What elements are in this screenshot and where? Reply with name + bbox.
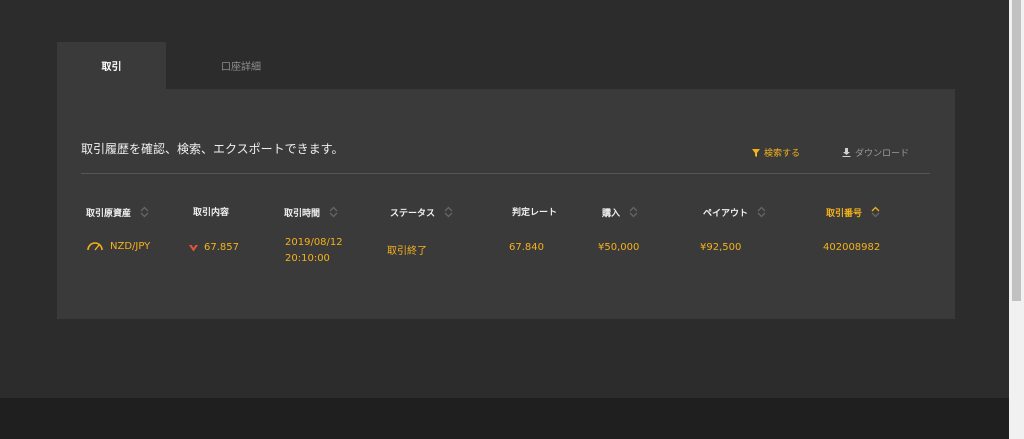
content-value: 67.857	[204, 242, 239, 253]
asset-label: NZD/JPY	[110, 240, 151, 252]
cell-rate: 67.840	[509, 242, 544, 253]
header-content[interactable]: 取引内容	[193, 205, 229, 218]
tab-account-details-label: 口座詳細	[221, 62, 261, 73]
search-button-label: 検索する	[764, 149, 801, 159]
tab-trade-label: 取引	[101, 62, 122, 73]
sort-icon[interactable]	[628, 205, 639, 219]
download-button-label: ダウンロード	[855, 149, 910, 159]
sort-icon[interactable]	[870, 205, 881, 219]
sort-icon[interactable]	[139, 205, 150, 219]
header-status[interactable]: ステータス	[390, 205, 454, 219]
intro-text: 取引履歴を確認、検索、エクスポートできます。	[81, 142, 344, 156]
tab-trade[interactable]: 取引	[57, 42, 166, 89]
sort-icon[interactable]	[328, 205, 339, 219]
header-content-label: 取引内容	[193, 208, 230, 218]
scrollbar[interactable]	[1009, 0, 1024, 439]
search-button[interactable]: 検索する	[752, 146, 800, 159]
download-button[interactable]: ダウンロード	[842, 146, 909, 159]
cell-asset: NZD/JPY	[86, 240, 150, 252]
header-rate-label: 判定レート	[512, 208, 558, 218]
scrollbar-thumb[interactable]	[1012, 0, 1021, 301]
download-icon	[842, 148, 851, 157]
tab-account-details[interactable]: 口座詳細	[166, 42, 316, 89]
header-status-label: ステータス	[390, 208, 436, 219]
header-buy-label: 購入	[602, 208, 621, 219]
divider	[81, 173, 930, 174]
header-buy[interactable]: 購入	[602, 205, 639, 219]
cell-buy: ¥50,000	[598, 242, 640, 253]
cell-content: 67.857	[189, 242, 239, 253]
header-rate[interactable]: 判定レート	[512, 205, 557, 218]
header-time[interactable]: 取引時間	[284, 205, 339, 219]
cell-time: 2019/08/12 20:10:00	[285, 235, 343, 267]
header-payout[interactable]: ペイアウト	[703, 205, 767, 219]
trade-date: 2019/08/12	[285, 237, 343, 248]
header-asset-label: 取引原資産	[86, 208, 132, 219]
cell-number: 402008982	[823, 242, 881, 253]
header-number[interactable]: 取引番号	[826, 205, 881, 219]
trade-time: 20:10:00	[285, 253, 330, 264]
speedometer-icon	[87, 242, 103, 251]
down-arrow-icon	[189, 244, 198, 251]
cell-status: 取引終了	[387, 246, 427, 257]
trade-history-panel: 取引履歴を確認、検索、エクスポートできます。 検索する ダウンロード 取引原資産…	[57, 89, 955, 319]
header-number-label: 取引番号	[826, 208, 863, 219]
sort-icon[interactable]	[756, 205, 767, 219]
cell-payout: ¥92,500	[700, 242, 742, 253]
header-asset[interactable]: 取引原資産	[86, 205, 150, 219]
footer	[0, 398, 1009, 439]
filter-icon	[752, 148, 760, 157]
header-payout-label: ペイアウト	[703, 208, 749, 219]
sort-icon[interactable]	[443, 205, 454, 219]
header-time-label: 取引時間	[284, 208, 321, 219]
